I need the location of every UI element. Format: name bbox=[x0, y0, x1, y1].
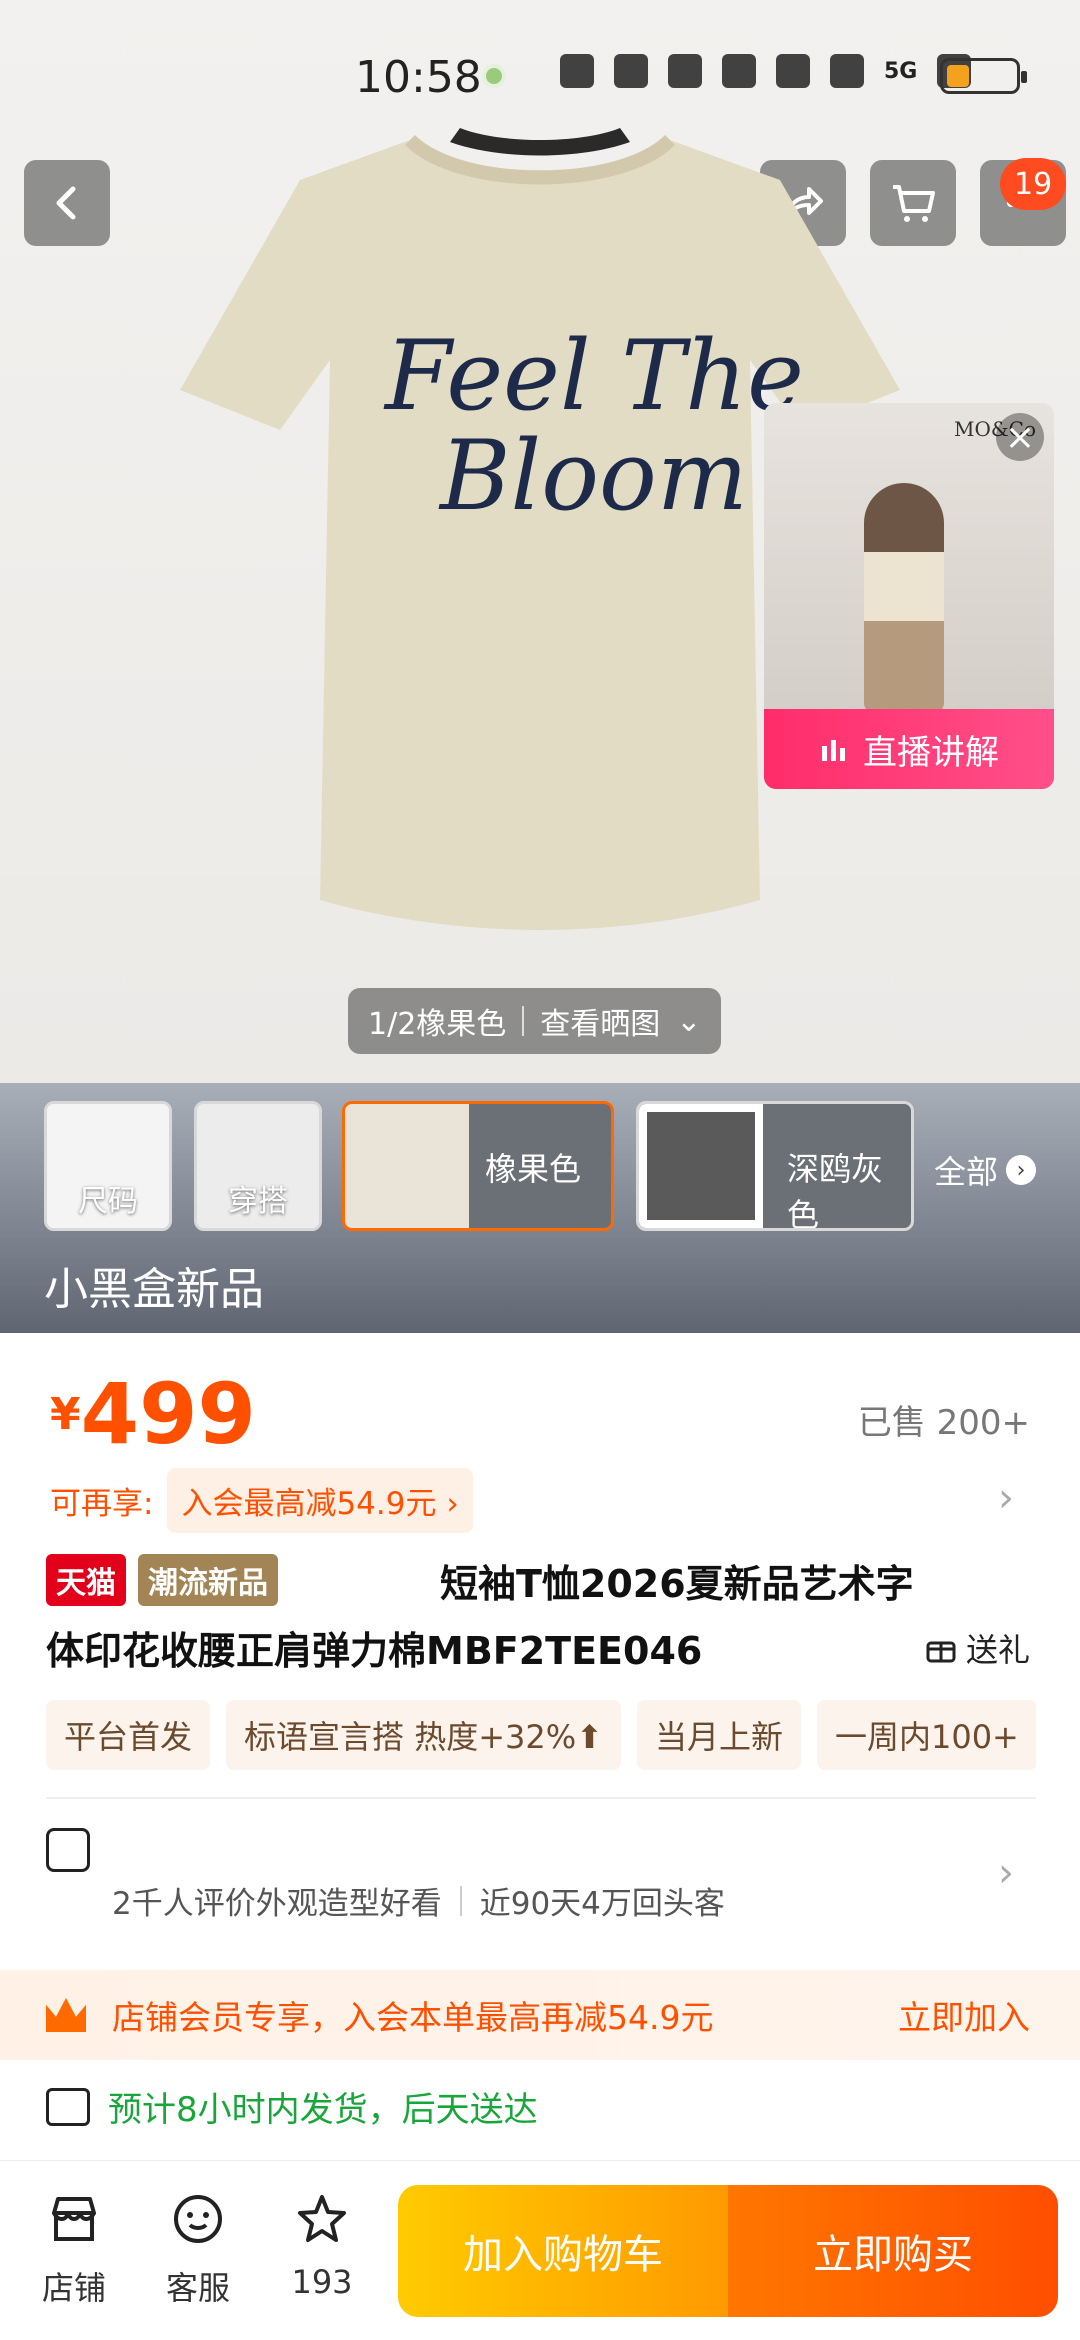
service-label: 客服 bbox=[165, 2269, 230, 2307]
favorite-tab[interactable]: 193 bbox=[272, 2191, 372, 2301]
favorite-count: 193 bbox=[291, 2263, 353, 2301]
color-thumb-gray[interactable]: 深鸥灰色 bbox=[636, 1101, 914, 1231]
sku-thumb-strip: 尺码 穿搭 橡果色 深鸥灰色 全部 › 小黑盒新品 bbox=[0, 1083, 1080, 1333]
color-acorn-label: 橡果色 bbox=[485, 1150, 582, 1188]
live-explain-bar[interactable]: 直播讲解 bbox=[764, 709, 1054, 789]
price-currency: ¥ bbox=[50, 1389, 81, 1440]
gallery-pager[interactable]: 1/2橡果色 查看晒图 ⌄ bbox=[348, 988, 722, 1054]
store-label: 店铺 bbox=[41, 2269, 106, 2307]
size-label: 尺码 bbox=[78, 1184, 138, 1219]
pager-index: 1/2橡果色 bbox=[368, 1007, 507, 1042]
add-to-cart-button[interactable]: 加入购物车 bbox=[398, 2185, 728, 2317]
product-gallery[interactable]: 10:58 5G 19 Feel The Bloom MO&Co × 直播讲解 … bbox=[0, 0, 1080, 1083]
battery-icon bbox=[940, 58, 1027, 94]
pager-divider bbox=[522, 1006, 525, 1036]
print-text-line2: Bloom bbox=[440, 420, 748, 532]
alarm-icon bbox=[614, 54, 648, 88]
chevron-right-icon: › bbox=[1006, 1155, 1037, 1185]
product-title-line1: 天猫 潮流新品 短袖T恤2026夏新品艺术字 bbox=[46, 1554, 914, 1606]
chevron-left-icon bbox=[56, 186, 76, 220]
gift-icon bbox=[926, 1641, 956, 1663]
brand-banner: 小黑盒新品 bbox=[44, 1264, 264, 1315]
live-stream-preview[interactable]: MO&Co × 直播讲解 bbox=[764, 403, 1054, 789]
wifi-icon bbox=[830, 54, 864, 88]
highlight-chips: 平台首发 标语宣言搭 热度+32%⬆ 当月上新 一周内100+ bbox=[46, 1700, 1036, 1770]
gift-button[interactable]: 送礼 bbox=[924, 1625, 1030, 1671]
chip[interactable]: 平台首发 bbox=[46, 1700, 211, 1770]
chevron-down-icon: ⌄ bbox=[676, 1003, 702, 1039]
extra-discount-row[interactable]: 可再享: 入会最高减54.9元 › bbox=[50, 1465, 473, 1535]
live-label: 直播讲解 bbox=[863, 732, 999, 773]
status-time: 10:58 bbox=[355, 52, 482, 103]
location-icon bbox=[722, 54, 756, 88]
gift-label: 送礼 bbox=[965, 1631, 1030, 1669]
size-chart-thumb[interactable]: 尺码 bbox=[44, 1101, 172, 1231]
message-badge: 19 bbox=[1000, 158, 1067, 210]
service-tab[interactable]: 客服 bbox=[148, 2191, 248, 2309]
bluetooth-icon bbox=[668, 54, 702, 88]
vibrate-icon bbox=[776, 54, 810, 88]
extra-label: 可再享: bbox=[50, 1485, 154, 1522]
chip[interactable]: 当月上新 bbox=[636, 1700, 801, 1770]
customer-service-icon bbox=[174, 2195, 222, 2243]
sold-count: 已售 200+ bbox=[857, 1403, 1030, 1443]
chip[interactable]: 标语宣言搭 热度+32%⬆ bbox=[226, 1700, 621, 1770]
outfit-thumb[interactable]: 穿搭 bbox=[194, 1101, 322, 1231]
color-acorn-image bbox=[345, 1104, 469, 1228]
price: ¥499 bbox=[50, 1365, 256, 1463]
truck-icon bbox=[46, 2087, 90, 2126]
bottom-action-bar: 店铺 客服 193 加入购物车 立即购买 bbox=[0, 2160, 1080, 2340]
member-discount-pill[interactable]: 入会最高减54.9元 › bbox=[167, 1467, 473, 1533]
member-text: 店铺会员专享，入会本单最高再减54.9元 bbox=[112, 1998, 714, 2037]
tmall-tag: 天猫 bbox=[46, 1554, 126, 1606]
close-icon[interactable]: × bbox=[996, 413, 1044, 461]
crown-icon bbox=[46, 1998, 86, 2032]
store-review-row[interactable]: 2千人评价外观造型好看 近90天4万回头客 › bbox=[46, 1820, 1036, 1940]
live-host-image bbox=[864, 483, 944, 713]
review-summary: 2千人评价外观造型好看 bbox=[112, 1886, 442, 1922]
chip[interactable]: 一周内100+ bbox=[816, 1700, 1036, 1770]
all-colors-link[interactable]: 全部 › bbox=[934, 1147, 1037, 1193]
divider bbox=[46, 1797, 1036, 1799]
trend-tag: 潮流新品 bbox=[138, 1554, 278, 1606]
shipping-row[interactable]: 预计8小时内发货，后天送达 bbox=[46, 2082, 538, 2131]
store-tab[interactable]: 店铺 bbox=[24, 2191, 124, 2309]
status-icons: 5G bbox=[560, 54, 972, 88]
title-text-line1: 短袖T恤2026夏新品艺术字 bbox=[440, 1561, 914, 1606]
view-photos-link[interactable]: 查看晒图 bbox=[540, 999, 660, 1043]
star-icon bbox=[298, 2195, 346, 2242]
chevron-right-icon: › bbox=[998, 1475, 1014, 1521]
price-value: 499 bbox=[80, 1365, 256, 1463]
chevron-right-icon: › bbox=[998, 1850, 1014, 1896]
color-gray-label: 深鸥灰色 bbox=[787, 1150, 884, 1231]
store-icon bbox=[52, 2197, 96, 2241]
title-text-line2: 体印花收腰正肩弹力棉MBF2TEE046 bbox=[46, 1629, 703, 1673]
member-banner[interactable]: 店铺会员专享，入会本单最高再减54.9元 立即加入 bbox=[0, 1970, 1080, 2060]
store-icon bbox=[46, 1828, 90, 1872]
all-label: 全部 bbox=[934, 1153, 999, 1191]
back-button[interactable] bbox=[24, 160, 110, 246]
repeat-customers: 近90天4万回头客 bbox=[479, 1886, 725, 1922]
outfit-label: 穿搭 bbox=[228, 1184, 288, 1219]
color-gray-image bbox=[639, 1104, 763, 1228]
live-bars-icon bbox=[822, 740, 845, 761]
eye-icon bbox=[560, 54, 594, 88]
shipping-text: 预计8小时内发货，后天送达 bbox=[108, 2090, 538, 2130]
status-bar: 10:58 5G bbox=[0, 52, 1080, 112]
join-button[interactable]: 立即加入 bbox=[898, 1991, 1030, 2039]
color-thumb-acorn[interactable]: 橡果色 bbox=[342, 1101, 614, 1231]
store-summary: 2千人评价外观造型好看 近90天4万回头客 bbox=[112, 1878, 725, 1923]
network-label: 5G bbox=[884, 58, 918, 84]
separator bbox=[459, 1885, 462, 1916]
print-text-line1: Feel The bbox=[385, 320, 804, 432]
notification-dot-icon bbox=[482, 64, 506, 88]
buy-now-button[interactable]: 立即购买 bbox=[728, 2185, 1058, 2317]
